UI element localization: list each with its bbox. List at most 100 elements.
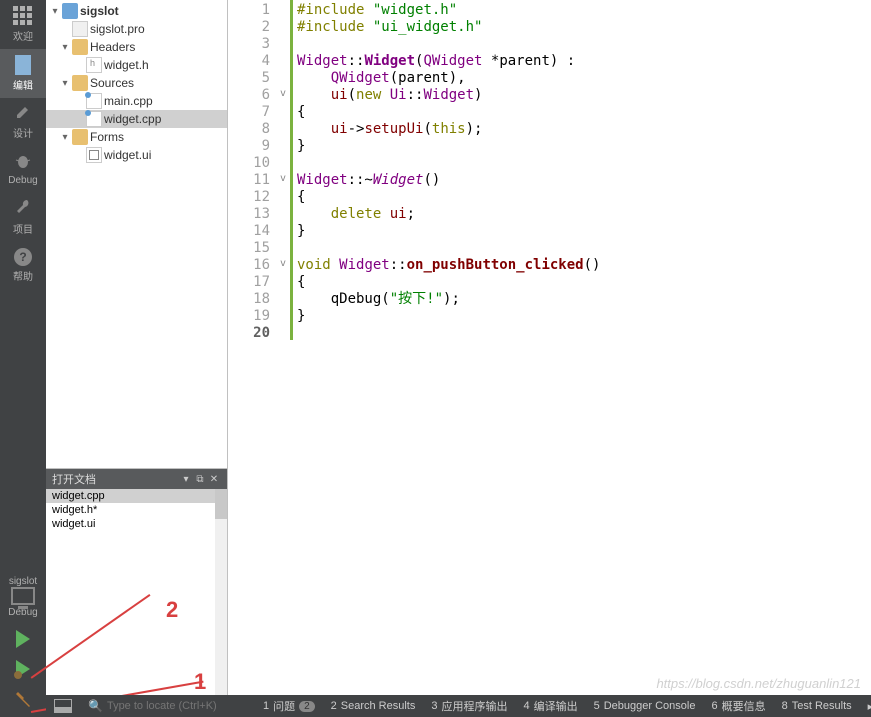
- code-line[interactable]: void Widget::on_pushButton_clicked(): [297, 257, 867, 274]
- tree-sources-folder[interactable]: ▾Sources: [46, 74, 227, 92]
- mode-edit[interactable]: 编辑: [0, 49, 46, 98]
- tree-main-cpp[interactable]: main.cpp: [46, 92, 227, 110]
- close-button[interactable]: ✕: [207, 474, 221, 485]
- tree-label: main.cpp: [104, 94, 153, 108]
- line-number: 18: [230, 291, 270, 308]
- line-number: 20: [230, 325, 270, 342]
- annotation-arrow: [31, 594, 151, 678]
- pane-label: 编译输出: [534, 698, 578, 714]
- fold-marker: [276, 17, 290, 34]
- help-icon: ?: [14, 248, 32, 266]
- pane-more-button[interactable]: ▸: [860, 698, 871, 714]
- code-line[interactable]: #include "widget.h": [297, 2, 867, 19]
- tree-headers-folder[interactable]: ▾Headers: [46, 38, 227, 56]
- open-doc-item[interactable]: widget.cpp: [46, 489, 227, 503]
- mode-projects[interactable]: 项目: [0, 192, 46, 242]
- code-line[interactable]: #include "ui_widget.h": [297, 19, 867, 36]
- mode-debug[interactable]: Debug: [0, 146, 46, 192]
- open-doc-item[interactable]: widget.ui: [46, 517, 227, 531]
- output-pane-tab[interactable]: 4 编译输出: [515, 698, 585, 714]
- output-pane-tab[interactable]: 8 Test Results: [774, 698, 860, 714]
- code-line[interactable]: Widget::Widget(QWidget *parent) :: [297, 53, 867, 70]
- toggle-sidebar-button[interactable]: [46, 699, 80, 713]
- output-pane-tab[interactable]: 6 概要信息: [703, 698, 773, 714]
- fold-marker[interactable]: v: [276, 170, 290, 187]
- tree-root[interactable]: ▾sigslot: [46, 2, 227, 20]
- output-pane-tab[interactable]: 3 应用程序输出: [423, 698, 515, 714]
- fold-marker[interactable]: v: [276, 255, 290, 272]
- line-number: 7: [230, 104, 270, 121]
- file-icon: [72, 21, 88, 37]
- locator[interactable]: 🔍: [80, 699, 255, 713]
- side-panel: ▾sigslot sigslot.pro ▾Headers widget.h ▾…: [46, 0, 228, 717]
- locator-input[interactable]: [107, 700, 247, 712]
- split-button[interactable]: ⧉: [193, 474, 207, 485]
- hammer-icon: [14, 690, 32, 708]
- code-line[interactable]: ui->setupUi(this);: [297, 121, 867, 138]
- line-number: 11: [230, 172, 270, 189]
- folder-icon: [72, 129, 88, 145]
- code-line[interactable]: }: [297, 308, 867, 325]
- code-line[interactable]: [297, 155, 867, 172]
- code-line[interactable]: {: [297, 189, 867, 206]
- folder-icon: [72, 39, 88, 55]
- output-pane-tab[interactable]: 5 Debugger Console: [586, 698, 704, 714]
- tree-label: widget.ui: [104, 148, 151, 162]
- code-line[interactable]: }: [297, 138, 867, 155]
- chevron-down-icon: ▾: [50, 6, 60, 17]
- line-number: 19: [230, 308, 270, 325]
- scrollbar-thumb[interactable]: [215, 489, 227, 519]
- code-content[interactable]: #include "widget.h"#include "ui_widget.h…: [293, 0, 871, 717]
- code-line[interactable]: [297, 240, 867, 257]
- code-line[interactable]: delete ui;: [297, 206, 867, 223]
- mode-label: 帮助: [0, 268, 46, 283]
- tree-pro-file[interactable]: sigslot.pro: [46, 20, 227, 38]
- code-line[interactable]: }: [297, 223, 867, 240]
- fold-marker[interactable]: v: [276, 85, 290, 102]
- kit-selector[interactable]: sigslot Debug: [0, 570, 46, 624]
- tree-forms-folder[interactable]: ▾Forms: [46, 128, 227, 146]
- tree-widget-h[interactable]: widget.h: [46, 56, 227, 74]
- tree-widget-ui[interactable]: widget.ui: [46, 146, 227, 164]
- mode-help[interactable]: ? 帮助: [0, 242, 46, 289]
- line-number: 12: [230, 189, 270, 206]
- pane-label: Search Results: [341, 700, 416, 712]
- output-pane-tab[interactable]: 1 问题 2: [255, 698, 323, 714]
- bug-icon: [14, 152, 32, 170]
- code-line[interactable]: QWidget(parent),: [297, 70, 867, 87]
- fold-marker: [276, 51, 290, 68]
- build-button[interactable]: [0, 684, 46, 717]
- dropdown-button[interactable]: ▾: [179, 474, 193, 485]
- code-editor[interactable]: 1234567891011121314151617181920 vvv #inc…: [228, 0, 871, 717]
- tree-label: Forms: [90, 130, 124, 144]
- line-number: 6: [230, 87, 270, 104]
- fold-marker: [276, 323, 290, 340]
- run-debug-button[interactable]: [0, 654, 46, 684]
- line-number: 17: [230, 274, 270, 291]
- line-number: 8: [230, 121, 270, 138]
- wrench-icon: [14, 198, 32, 216]
- code-line[interactable]: ui(new Ui::Widget): [297, 87, 867, 104]
- output-pane-tab[interactable]: 2 Search Results: [323, 698, 424, 714]
- code-line[interactable]: [297, 36, 867, 53]
- code-line[interactable]: Widget::~Widget(): [297, 172, 867, 189]
- code-line[interactable]: qDebug("按下!");: [297, 291, 867, 308]
- status-bar: 🔍 1 问题 22 Search Results3 应用程序输出4 编译输出5 …: [46, 695, 871, 717]
- mode-design[interactable]: 设计: [0, 98, 46, 146]
- open-doc-item[interactable]: widget.h*: [46, 503, 227, 517]
- code-line[interactable]: {: [297, 104, 867, 121]
- tree-widget-cpp[interactable]: widget.cpp: [46, 110, 227, 128]
- line-number: 14: [230, 223, 270, 240]
- scrollbar[interactable]: [215, 489, 227, 717]
- pencil-icon: [15, 104, 31, 120]
- fold-marker: [276, 34, 290, 51]
- annotation-number: 1: [194, 669, 206, 695]
- run-button[interactable]: [0, 624, 46, 654]
- mode-label: 编辑: [0, 77, 46, 92]
- code-line[interactable]: {: [297, 274, 867, 291]
- mode-welcome[interactable]: 欢迎: [0, 0, 46, 49]
- mode-label: 欢迎: [0, 28, 46, 43]
- line-number: 13: [230, 206, 270, 223]
- fold-marker: [276, 0, 290, 17]
- code-line[interactable]: [297, 325, 867, 342]
